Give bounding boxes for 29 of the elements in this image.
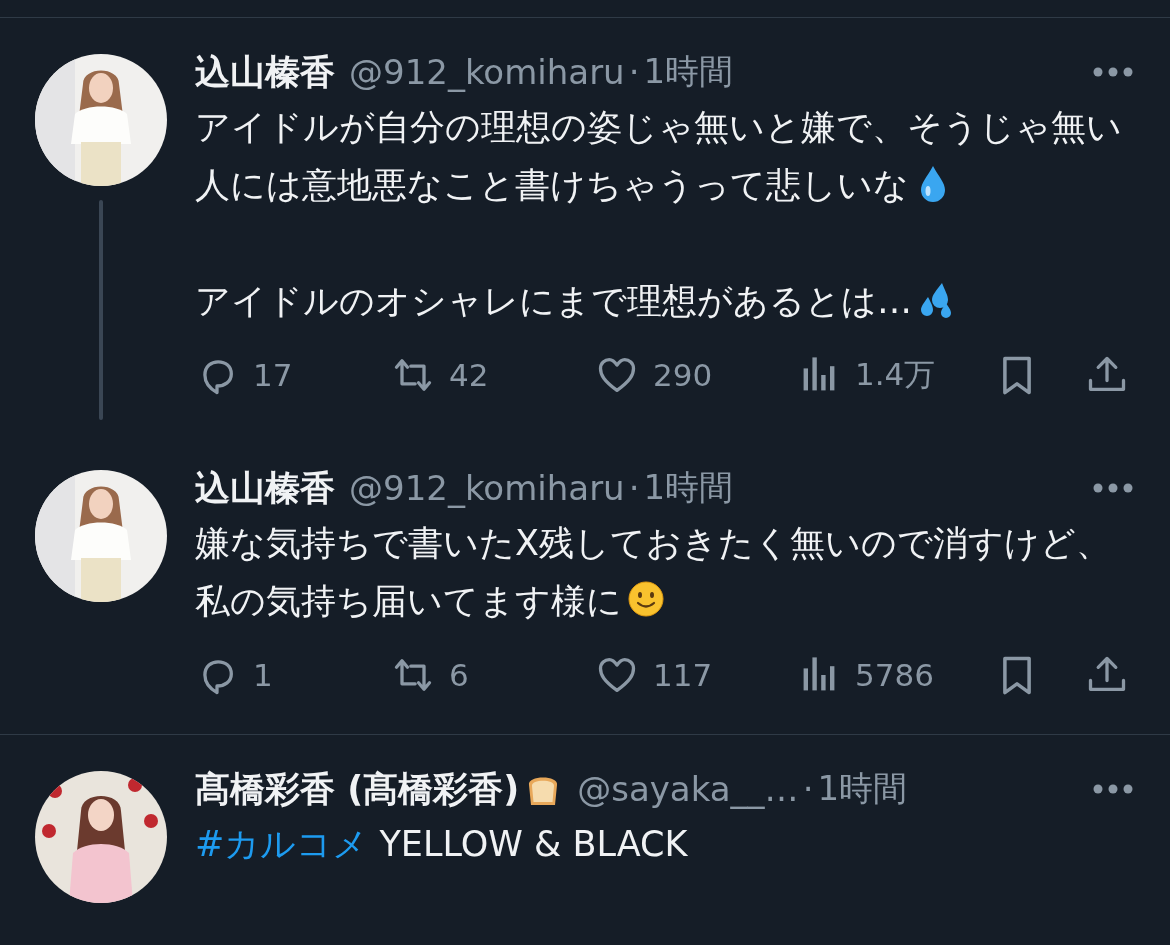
hashtag-link[interactable]: #カルコメ — [195, 824, 369, 864]
author-name[interactable]: 込山榛香 — [195, 464, 335, 512]
separator-dot: · — [628, 52, 640, 92]
post-time[interactable]: 1時間 — [643, 49, 734, 95]
post-text: 嫌な気持ちで書いたX残しておきたく無いので消すけど、私の気持ち届いてます様に — [195, 522, 1112, 623]
more-options-icon[interactable] — [1092, 66, 1134, 78]
post-time[interactable]: 1時間 — [817, 766, 908, 812]
author-handle[interactable]: @912_komiharu — [349, 468, 625, 508]
like-button[interactable]: 290 — [595, 353, 797, 397]
post-text: アイドルのオシャレにまで理想があるとは… — [195, 272, 1134, 330]
post-time[interactable]: 1時間 — [643, 465, 734, 511]
author-handle[interactable]: @912_komiharu — [349, 52, 625, 92]
more-options-icon[interactable] — [1092, 482, 1134, 494]
more-options-icon[interactable] — [1092, 783, 1134, 795]
post-text: アイドルが自分の理想の姿じゃ無いと嫌で、そうじゃ無い人には意地悪なこと書けちゃうって悲しいな — [195, 106, 1123, 207]
separator-dot: · — [628, 468, 640, 508]
reply-button[interactable]: 1 — [195, 653, 391, 697]
like-button[interactable]: 117 — [595, 653, 797, 697]
repost-button[interactable]: 6 — [391, 653, 595, 697]
post-text: #カルコメ YELLOW & BLACK — [195, 823, 689, 866]
separator-dot: · — [802, 769, 814, 809]
smiley-icon — [626, 579, 666, 619]
views-button[interactable]: 1.4万 — [797, 353, 995, 397]
author-handle[interactable]: @sayaka__… — [577, 769, 799, 809]
views-button[interactable]: 5786 — [797, 653, 995, 697]
reply-button[interactable]: 17 — [195, 353, 391, 397]
repost-button[interactable]: 42 — [391, 353, 595, 397]
author-name[interactable]: 込山榛香 — [195, 48, 335, 96]
author-name[interactable]: 髙橋彩香 (髙橋彩香) — [195, 765, 520, 813]
